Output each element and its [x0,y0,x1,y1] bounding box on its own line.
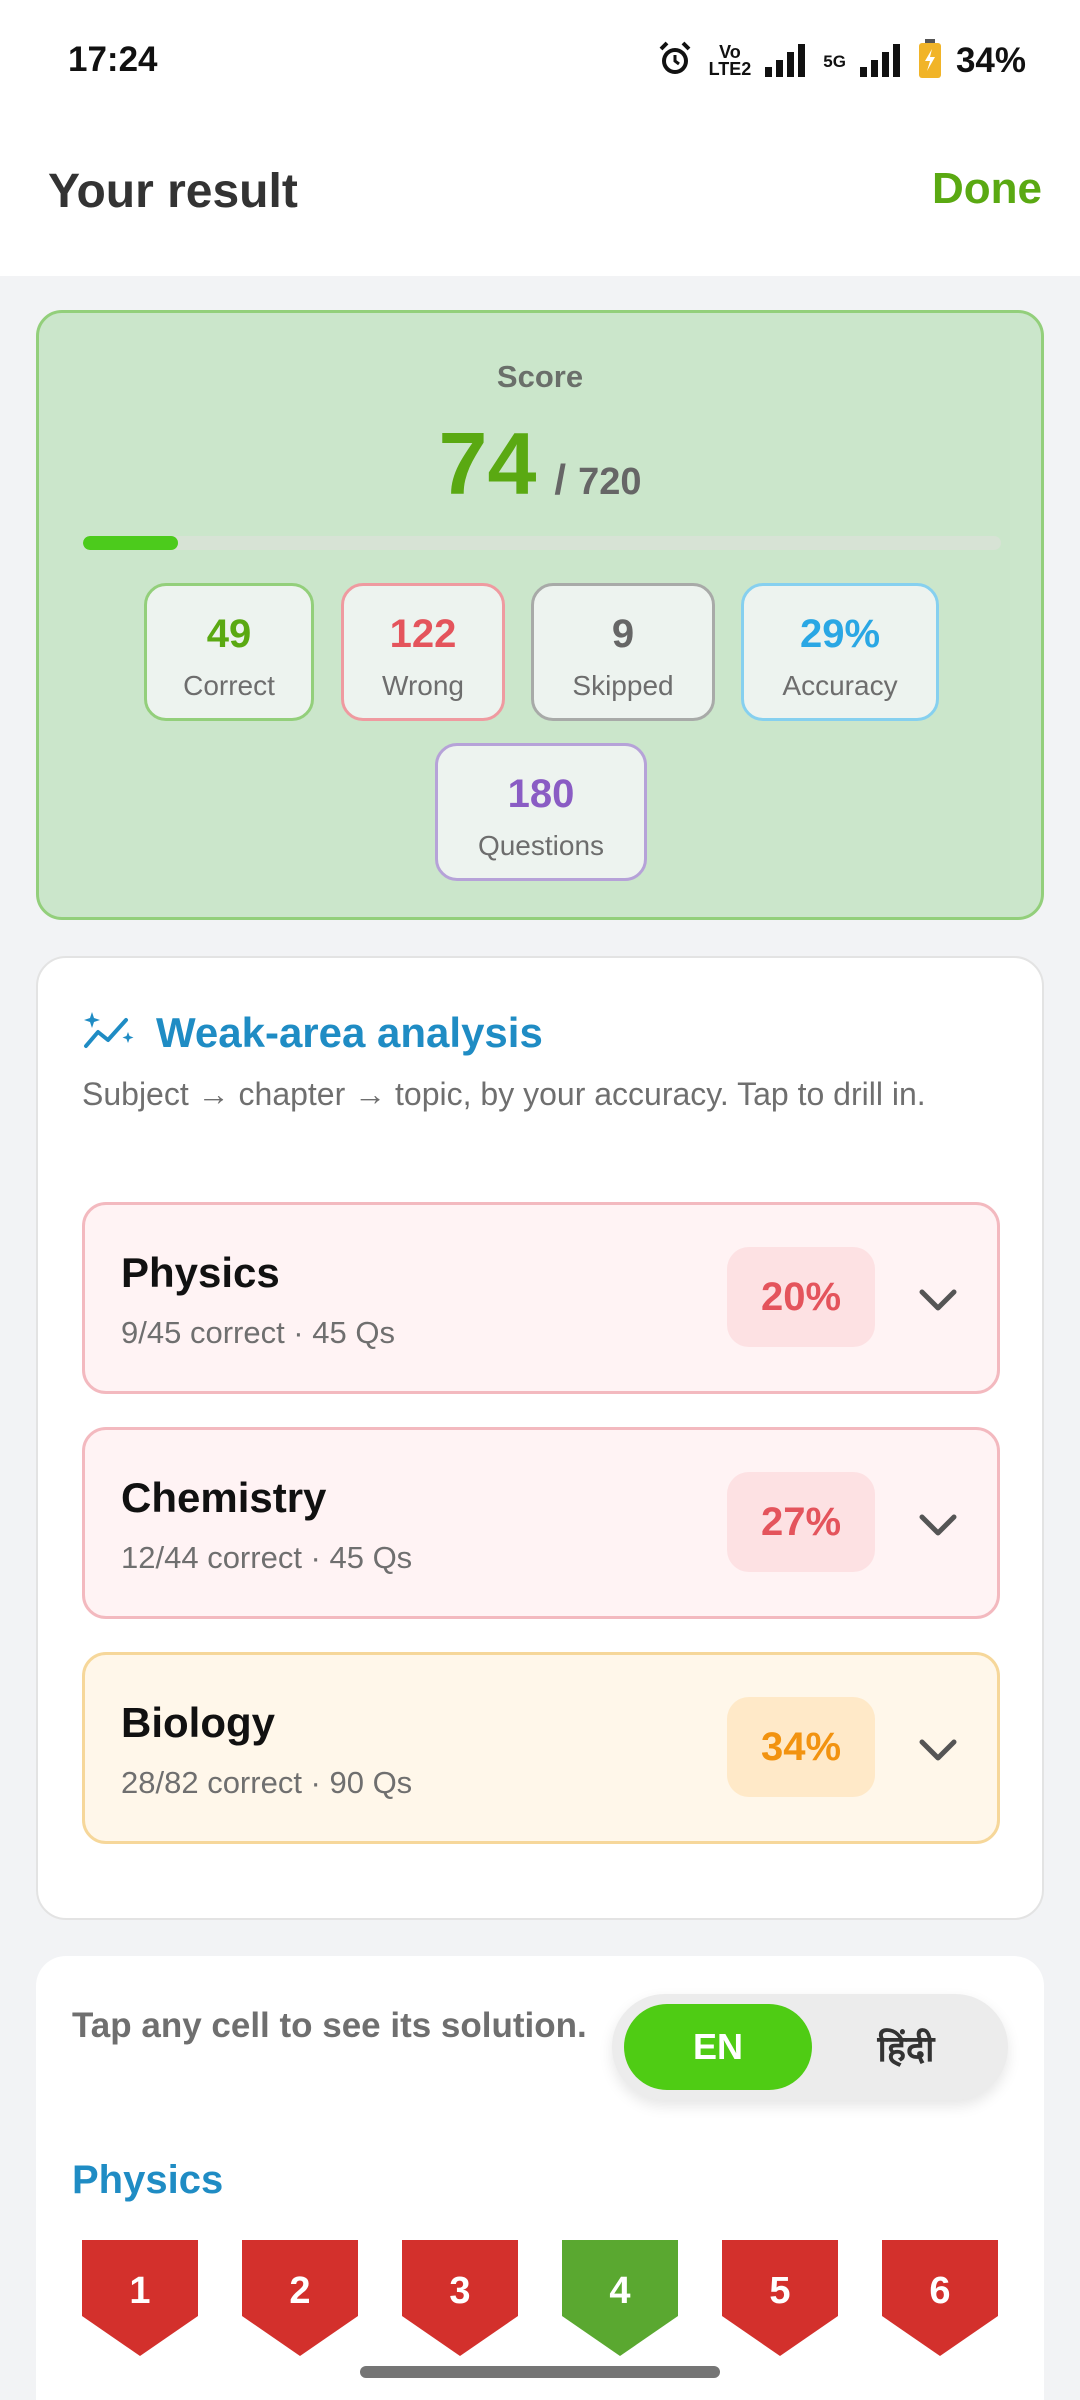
grid-hint: Tap any cell to see its solution. [72,2006,587,2045]
subject-name: Chemistry [121,1474,327,1521]
question-cell[interactable]: 5 [722,2240,838,2356]
status-time: 17:24 [68,40,158,79]
score-progress-bar [83,536,1001,550]
stat-wrong-value: 122 [389,612,457,656]
question-number: 6 [929,2270,951,2312]
done-button[interactable]: Done [932,164,1042,214]
home-indicator[interactable] [360,2366,720,2378]
stat-questions-label: Questions [477,830,605,861]
stat-skipped-label: Skipped [572,670,674,701]
stat-accuracy: 29% Accuracy [741,583,939,721]
stat-accuracy-label: Accuracy [782,670,898,701]
stat-questions-value: 180 [507,772,575,816]
stat-wrong: 122 Wrong [341,583,505,721]
subject-card-biology[interactable]: Biology 28/82 correct · 90 Qs 34% [82,1652,1000,1844]
question-cell[interactable]: 6 [882,2240,998,2356]
question-cell[interactable]: 2 [242,2240,358,2356]
subject-meta: 12/44 correct · 45 Qs [121,1540,413,1575]
subject-meta: 28/82 correct · 90 Qs [121,1765,413,1800]
app-header: Your result Done [0,120,1080,276]
question-number: 1 [129,2270,151,2312]
grid-subject-title: Physics [72,2158,224,2202]
question-number: 4 [609,2270,631,2312]
subject-accuracy-badge: 27% [727,1472,875,1572]
stat-skipped: 9 Skipped [531,583,715,721]
weak-area-title: Weak-area analysis [156,1008,543,1056]
subject-name: Physics [121,1249,280,1296]
score-label: Score [496,359,584,394]
chevron-down-icon[interactable] [915,1502,961,1548]
score-row: 74 / 720 [39,413,1041,515]
stat-accuracy-value: 29% [799,612,881,656]
page-title: Your result [48,165,298,218]
network-type: 5G [823,51,846,71]
weak-area-card: Weak-area analysis Subject → chapter → t… [36,956,1044,1920]
weak-area-header: Weak-area analysis [82,1008,543,1057]
question-number: 3 [449,2270,471,2312]
stat-correct: 49 Correct [144,583,314,721]
question-cell[interactable]: 1 [82,2240,198,2356]
score-total: 720 [578,461,642,503]
chevron-down-icon[interactable] [915,1277,961,1323]
language-toggle[interactable]: EN हिंदी [612,1994,1008,2100]
stat-correct-label: Correct [183,670,275,701]
subject-accuracy-badge: 34% [727,1697,875,1797]
question-cell[interactable]: 4 [562,2240,678,2356]
volte-bottom-label: LTE2 [708,59,752,79]
volte-indicator: Vo LTE2 [708,43,752,79]
subject-card-physics[interactable]: Physics 9/45 correct · 45 Qs 20% [82,1202,1000,1394]
battery-icon [918,38,942,84]
status-bar: 17:24 Vo LTE2 5G 34% [0,0,1080,120]
question-cell[interactable]: 3 [402,2240,518,2356]
score-value: 74 [438,414,537,513]
score-card: Score 74 / 720 49 Correct 122 Wrong 9 Skip… [36,310,1044,920]
subject-meta: 9/45 correct · 45 Qs [121,1315,395,1350]
question-number: 5 [769,2270,791,2312]
weak-area-description: Subject → chapter → topic, by your accur… [82,1076,926,1112]
battery-percent: 34% [955,41,1026,80]
chevron-down-icon[interactable] [915,1727,961,1773]
language-option-hindi[interactable]: हिंदी [812,2004,1000,2090]
score-separator: / [554,456,567,503]
stat-questions: 180 Questions [435,743,647,881]
status-icons: Vo LTE2 5G 34% [655,38,1026,84]
language-option-en[interactable]: EN [624,2004,812,2090]
signal-icon [765,41,809,82]
score-progress-fill [83,536,178,550]
question-grid-card: Tap any cell to see its solution. EN हिं… [36,1956,1044,2400]
alarm-icon [655,39,695,84]
subject-card-chemistry[interactable]: Chemistry 12/44 correct · 45 Qs 27% [82,1427,1000,1619]
question-number: 2 [289,2270,311,2312]
subject-accuracy-badge: 20% [727,1247,875,1347]
stat-skipped-value: 9 [611,612,635,656]
subject-name: Biology [121,1699,275,1746]
stat-wrong-label: Wrong [382,670,464,701]
signal-icon-2 [859,41,904,82]
stat-correct-value: 49 [206,612,252,656]
sparkle-chart-icon [82,1008,136,1057]
